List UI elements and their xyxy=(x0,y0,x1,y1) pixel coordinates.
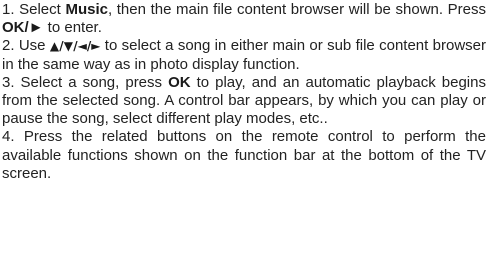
step-1-text: to enter. xyxy=(43,19,102,37)
ok-key-label: OK xyxy=(168,73,191,91)
step-1-text: 1. Select xyxy=(2,1,66,18)
step-3: 3. Select a song, press OK to play, and … xyxy=(2,74,486,129)
step-4-text: 4. Press the related buttons on the remo… xyxy=(2,128,486,182)
music-label: Music xyxy=(65,1,108,18)
arrow-keys-label: ▲/▼/◄/► xyxy=(49,39,101,54)
step-1: 1. Select Music, then the main file cont… xyxy=(2,1,486,37)
ok-right-key-label: OK/► xyxy=(2,19,44,37)
step-2-text: 2. Use xyxy=(2,37,50,55)
step-3-text: 3. Select a song, press xyxy=(2,73,169,91)
step-1-text: , then the main file content browser wil… xyxy=(107,1,487,18)
step-4: 4. Press the related buttons on the remo… xyxy=(2,128,486,183)
step-2: 2. Use ▲/▼/◄/► to select a song in eithe… xyxy=(2,37,486,73)
instruction-text: 1. Select Music, then the main file cont… xyxy=(2,1,486,183)
